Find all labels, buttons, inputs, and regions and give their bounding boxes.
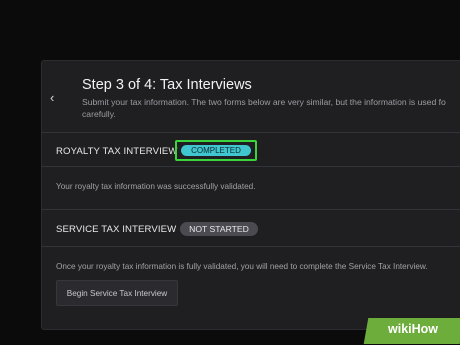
status-badge-not-started: NOT STARTED [180,222,258,236]
screen: ‹ Step 3 of 4: Tax Interviews Submit you… [0,0,460,345]
royalty-section-title: ROYALTY TAX INTERVIEW [56,146,178,157]
page-description: Submit your tax information. The two for… [82,96,460,120]
divider-royalty-header [41,166,460,167]
service-section-title: SERVICE TAX INTERVIEW [56,224,177,235]
divider-service-header [41,246,460,247]
status-badge-completed: COMPLETED [181,145,251,156]
begin-service-tax-interview-button[interactable]: Begin Service Tax Interview [56,280,178,306]
watermark-logo: wikiHow [388,322,439,336]
divider-sections [41,209,460,210]
royalty-message: Your royalty tax information was success… [56,182,256,191]
page-description-line-2: carefully. [82,109,116,119]
chevron-left-icon[interactable]: ‹ [50,90,54,105]
page-description-line-1: Submit your tax information. The two for… [82,97,446,107]
service-message: Once your royalty tax information is ful… [56,262,428,271]
page-title: Step 3 of 4: Tax Interviews [82,77,252,93]
divider-top [41,132,460,133]
